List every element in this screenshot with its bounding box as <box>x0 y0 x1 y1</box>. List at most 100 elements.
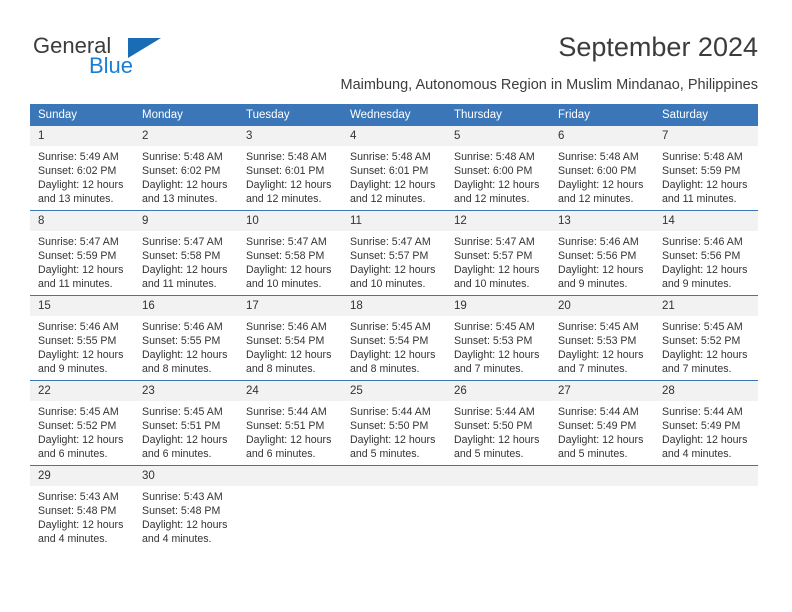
calendar-cell[interactable]: 2 Sunrise: 5:48 AM Sunset: 6:02 PM Daylight… <box>134 126 238 211</box>
day-cell: 26 Sunrise: 5:44 AM Sunset: 5:50 PM Dayligh… <box>446 381 550 465</box>
day-cell: 24 Sunrise: 5:44 AM Sunset: 5:51 PM Dayligh… <box>238 381 342 465</box>
calendar-cell[interactable]: 8 Sunrise: 5:47 AM Sunset: 5:59 PM Daylight… <box>30 210 134 296</box>
calendar-cell[interactable]: 15 Sunrise: 5:46 AM Sunset: 5:55 PM Dayligh… <box>30 295 134 381</box>
calendar-cell[interactable]: 13 Sunrise: 5:46 AM Sunset: 5:56 PM Dayligh… <box>550 210 654 296</box>
calendar-week-row: 1 Sunrise: 5:49 AM Sunset: 6:02 PM Daylight… <box>30 126 758 211</box>
day-number <box>238 466 342 486</box>
calendar-cell[interactable]: 9 Sunrise: 5:47 AM Sunset: 5:58 PM Daylight… <box>134 210 238 296</box>
daylight-text-line2: and 10 minutes. <box>454 278 530 291</box>
sunset-text: Sunset: 5:50 PM <box>350 420 429 433</box>
calendar-cell[interactable]: 16 Sunrise: 5:46 AM Sunset: 5:55 PM Dayligh… <box>134 295 238 381</box>
calendar-cell[interactable]: 28 Sunrise: 5:44 AM Sunset: 5:49 PM Dayligh… <box>654 380 758 466</box>
day-details: Sunrise: 5:44 AM Sunset: 5:49 PM Daylight:… <box>654 401 758 461</box>
day-details: Sunrise: 5:43 AM Sunset: 5:48 PM Daylight:… <box>30 486 134 546</box>
calendar-cell[interactable]: 24 Sunrise: 5:44 AM Sunset: 5:51 PM Dayligh… <box>238 380 342 466</box>
day-cell <box>238 466 342 550</box>
calendar-cell-empty <box>446 465 550 550</box>
day-details: Sunrise: 5:48 AM Sunset: 6:00 PM Daylight:… <box>550 146 654 206</box>
calendar-cell[interactable]: 14 Sunrise: 5:46 AM Sunset: 5:56 PM Dayligh… <box>654 210 758 296</box>
day-number: 14 <box>654 211 758 231</box>
calendar-cell[interactable]: 29 Sunrise: 5:43 AM Sunset: 5:48 PM Dayligh… <box>30 465 134 550</box>
sunset-text: Sunset: 5:57 PM <box>350 250 429 263</box>
day-number: 2 <box>134 126 238 146</box>
day-number: 26 <box>446 381 550 401</box>
sunrise-text: Sunrise: 5:49 AM <box>38 151 119 163</box>
calendar-cell[interactable]: 6 Sunrise: 5:48 AM Sunset: 6:00 PM Daylight… <box>550 126 654 211</box>
calendar-cell[interactable]: 20 Sunrise: 5:45 AM Sunset: 5:53 PM Dayligh… <box>550 295 654 381</box>
general-blue-logo[interactable]: General Blue <box>33 34 213 82</box>
calendar-table: Sunday Monday Tuesday Wednesday Thursday… <box>30 104 758 550</box>
day-cell: 14 Sunrise: 5:46 AM Sunset: 5:56 PM Dayligh… <box>654 211 758 295</box>
sunset-text: Sunset: 5:49 PM <box>662 420 741 433</box>
day-cell: 22 Sunrise: 5:45 AM Sunset: 5:52 PM Dayligh… <box>30 381 134 465</box>
logo-text-blue: Blue <box>89 53 134 78</box>
sunrise-text: Sunrise: 5:44 AM <box>558 406 639 418</box>
day-details: Sunrise: 5:48 AM Sunset: 6:01 PM Daylight:… <box>342 146 446 206</box>
calendar-cell[interactable]: 22 Sunrise: 5:45 AM Sunset: 5:52 PM Dayligh… <box>30 380 134 466</box>
daylight-text-line1: Daylight: 12 hours <box>38 179 124 192</box>
day-details: Sunrise: 5:48 AM Sunset: 6:00 PM Daylight:… <box>446 146 550 206</box>
calendar-cell[interactable]: 25 Sunrise: 5:44 AM Sunset: 5:50 PM Dayligh… <box>342 380 446 466</box>
sunset-text: Sunset: 5:48 PM <box>142 505 221 518</box>
day-details: Sunrise: 5:47 AM Sunset: 5:59 PM Daylight:… <box>30 231 134 291</box>
daylight-text-line2: and 6 minutes. <box>142 448 212 461</box>
day-details: Sunrise: 5:49 AM Sunset: 6:02 PM Daylight:… <box>30 146 134 206</box>
calendar-cell[interactable]: 23 Sunrise: 5:45 AM Sunset: 5:51 PM Dayligh… <box>134 380 238 466</box>
calendar-cell[interactable]: 7 Sunrise: 5:48 AM Sunset: 5:59 PM Daylight… <box>654 126 758 211</box>
calendar-cell[interactable]: 26 Sunrise: 5:44 AM Sunset: 5:50 PM Dayligh… <box>446 380 550 466</box>
day-details: Sunrise: 5:46 AM Sunset: 5:56 PM Daylight:… <box>654 231 758 291</box>
daylight-text-line2: and 7 minutes. <box>662 363 732 376</box>
page-subtitle: Maimbung, Autonomous Region in Muslim Mi… <box>340 77 758 93</box>
day-number: 30 <box>134 466 238 486</box>
calendar-cell[interactable]: 11 Sunrise: 5:47 AM Sunset: 5:57 PM Dayligh… <box>342 210 446 296</box>
calendar-cell[interactable]: 19 Sunrise: 5:45 AM Sunset: 5:53 PM Dayligh… <box>446 295 550 381</box>
day-cell: 3 Sunrise: 5:48 AM Sunset: 6:01 PM Daylight… <box>238 126 342 210</box>
day-number: 12 <box>446 211 550 231</box>
page-header: General Blue September 2024 Maimbung, Au… <box>0 0 792 100</box>
daylight-text-line1: Daylight: 12 hours <box>558 349 644 362</box>
sunrise-text: Sunrise: 5:48 AM <box>142 151 223 163</box>
daylight-text-line2: and 6 minutes. <box>38 448 108 461</box>
daylight-text-line1: Daylight: 12 hours <box>454 349 540 362</box>
calendar-cell-empty <box>550 465 654 550</box>
day-number: 23 <box>134 381 238 401</box>
sunrise-text: Sunrise: 5:46 AM <box>246 321 327 333</box>
calendar-header-row: Sunday Monday Tuesday Wednesday Thursday… <box>30 104 758 126</box>
daylight-text-line2: and 7 minutes. <box>454 363 524 376</box>
sunrise-text: Sunrise: 5:44 AM <box>662 406 743 418</box>
daylight-text-line2: and 10 minutes. <box>246 278 322 291</box>
daylight-text-line1: Daylight: 12 hours <box>662 264 748 277</box>
day-number: 18 <box>342 296 446 316</box>
daylight-text-line1: Daylight: 12 hours <box>142 434 228 447</box>
daylight-text-line2: and 12 minutes. <box>350 193 426 206</box>
day-details: Sunrise: 5:46 AM Sunset: 5:56 PM Daylight:… <box>550 231 654 291</box>
calendar-cell[interactable]: 1 Sunrise: 5:49 AM Sunset: 6:02 PM Daylight… <box>30 126 134 211</box>
daylight-text-line2: and 4 minutes. <box>142 533 212 546</box>
calendar-cell[interactable]: 18 Sunrise: 5:45 AM Sunset: 5:54 PM Dayligh… <box>342 295 446 381</box>
sunrise-text: Sunrise: 5:48 AM <box>350 151 431 163</box>
calendar-cell[interactable]: 5 Sunrise: 5:48 AM Sunset: 6:00 PM Daylight… <box>446 126 550 211</box>
calendar-cell[interactable]: 10 Sunrise: 5:47 AM Sunset: 5:58 PM Dayligh… <box>238 210 342 296</box>
day-number: 6 <box>550 126 654 146</box>
day-cell: 5 Sunrise: 5:48 AM Sunset: 6:00 PM Daylight… <box>446 126 550 210</box>
daylight-text-line1: Daylight: 12 hours <box>142 519 228 532</box>
calendar-cell[interactable]: 3 Sunrise: 5:48 AM Sunset: 6:01 PM Daylight… <box>238 126 342 211</box>
calendar-cell[interactable]: 30 Sunrise: 5:43 AM Sunset: 5:48 PM Dayligh… <box>134 465 238 550</box>
calendar-cell[interactable]: 4 Sunrise: 5:48 AM Sunset: 6:01 PM Daylight… <box>342 126 446 211</box>
day-cell: 28 Sunrise: 5:44 AM Sunset: 5:49 PM Dayligh… <box>654 381 758 465</box>
calendar-cell[interactable]: 27 Sunrise: 5:44 AM Sunset: 5:49 PM Dayligh… <box>550 380 654 466</box>
calendar-cell-empty <box>342 465 446 550</box>
daylight-text-line1: Daylight: 12 hours <box>558 179 644 192</box>
sunset-text: Sunset: 5:55 PM <box>142 335 221 348</box>
sunrise-text: Sunrise: 5:47 AM <box>142 236 223 248</box>
daylight-text-line1: Daylight: 12 hours <box>662 179 748 192</box>
calendar-cell[interactable]: 12 Sunrise: 5:47 AM Sunset: 5:57 PM Dayligh… <box>446 210 550 296</box>
calendar-cell[interactable]: 21 Sunrise: 5:45 AM Sunset: 5:52 PM Dayligh… <box>654 295 758 381</box>
sunset-text: Sunset: 5:54 PM <box>246 335 325 348</box>
day-details: Sunrise: 5:45 AM Sunset: 5:53 PM Daylight:… <box>550 316 654 376</box>
sunrise-text: Sunrise: 5:46 AM <box>558 236 639 248</box>
daylight-text-line2: and 5 minutes. <box>350 448 420 461</box>
calendar-cell[interactable]: 17 Sunrise: 5:46 AM Sunset: 5:54 PM Dayligh… <box>238 295 342 381</box>
sunrise-text: Sunrise: 5:47 AM <box>38 236 119 248</box>
day-details: Sunrise: 5:44 AM Sunset: 5:49 PM Daylight:… <box>550 401 654 461</box>
